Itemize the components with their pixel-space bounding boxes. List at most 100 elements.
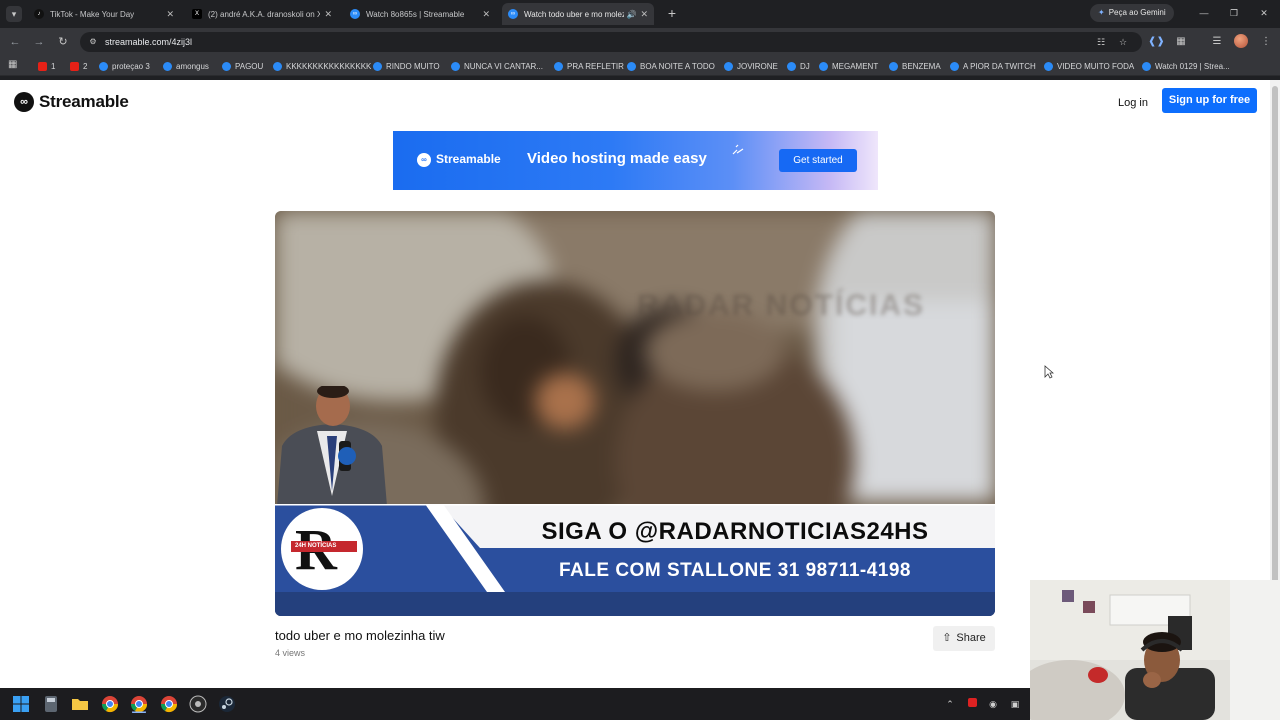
bookmark-item[interactable]: amongus (163, 58, 209, 74)
minimize-icon[interactable]: — (1196, 5, 1212, 21)
tab-tiktok[interactable]: ♪ TikTok - Make Your Day ✕ (28, 3, 180, 25)
tray-discord-icon[interactable]: ▣ (1009, 698, 1021, 710)
view-count: 4 views (275, 648, 306, 658)
bookmark-item[interactable]: A PIOR DA TWITCH (950, 58, 1036, 74)
forward-arrow-icon[interactable]: → (31, 34, 47, 50)
bookmark-item[interactable]: PRA REFLETIR (554, 58, 624, 74)
chrome-profile-icon[interactable] (130, 695, 148, 713)
login-link[interactable]: Log in (1118, 92, 1148, 114)
media-controls-icon[interactable]: ☰ (1209, 34, 1225, 50)
lower-third-banner (275, 504, 995, 616)
tray-chevron-icon[interactable]: ⌃ (944, 698, 956, 710)
reload-icon[interactable]: ↻ (55, 34, 71, 50)
signup-button[interactable]: Sign up for free (1162, 88, 1257, 113)
streamable-logo-icon: ∞ (417, 153, 431, 167)
bookmark-label: A PIOR DA TWITCH (963, 61, 1036, 71)
bookmark-item[interactable]: KKKKKKKKKKKKKKKK (273, 58, 371, 74)
bookmark-item[interactable]: 2 (70, 58, 87, 74)
streamable-icon (627, 61, 636, 71)
site-info-icon[interactable]: ⚙ (87, 36, 99, 48)
profile-avatar[interactable] (1234, 34, 1248, 48)
address-bar[interactable]: ⚙ streamable.com/4zij3l ☷ ☆ (80, 32, 1142, 52)
webcam-overlay (1030, 580, 1280, 720)
banner-tagline: Video hosting made easy (527, 150, 707, 167)
streamable-icon: ∞ (350, 9, 360, 19)
streamable-icon (889, 61, 898, 71)
youtube-icon (38, 61, 47, 71)
bookmark-item[interactable]: NUNCA VI CANTAR... (451, 58, 543, 74)
bookmark-label: KKKKKKKKKKKKKKKK (286, 61, 372, 71)
banner-brand: Streamable (436, 152, 501, 166)
share-button[interactable]: ⇧ Share (933, 626, 995, 651)
bookmark-item[interactable]: VIDEO MUITO FODA (1044, 58, 1134, 74)
streamable-icon (163, 61, 172, 71)
bookmark-item[interactable]: MEGAMENT (819, 58, 878, 74)
gemini-label: Peça ao Gemini (1108, 8, 1166, 17)
tiktok-icon: ♪ (34, 9, 44, 19)
apps-grid-icon[interactable]: ▦ (8, 60, 18, 70)
close-tab-icon[interactable]: ✕ (640, 9, 648, 20)
bookmark-item[interactable]: DJ (787, 58, 810, 74)
tab-search-button[interactable]: ▾ (6, 6, 22, 22)
tab-strip: ▾ ♪ TikTok - Make Your Day ✕ X (2) andré… (0, 0, 1280, 28)
tray-app-red-icon[interactable] (966, 698, 978, 710)
calculator-icon[interactable] (42, 695, 60, 713)
kebab-menu-icon[interactable]: ⋮ (1258, 34, 1274, 50)
tray-steam-icon[interactable]: ◉ (987, 698, 999, 710)
close-tab-icon[interactable]: ✕ (324, 9, 332, 20)
windows-taskbar: ⌃ ◉ ▣ (0, 688, 1030, 720)
back-arrow-icon[interactable]: ← (7, 34, 23, 50)
streamable-logo[interactable]: ∞ Streamable (14, 92, 129, 112)
tab-streamable-active[interactable]: ∞ Watch todo uber e mo molezinha tiw 🔊 ✕ (502, 3, 654, 25)
bookmark-item[interactable]: RINDO MUITO (373, 58, 440, 74)
tab-streamable-1[interactable]: ∞ Watch 8o865s | Streamable ✕ (344, 3, 496, 25)
gemini-button[interactable]: ✦ Peça ao Gemini (1090, 4, 1174, 22)
chrome-icon[interactable] (101, 695, 119, 713)
bookmark-item[interactable]: JOVIRONE (724, 58, 778, 74)
bookmark-item[interactable]: 1 (38, 58, 55, 74)
url-text[interactable]: streamable.com/4zij3l (105, 32, 192, 52)
obs-icon[interactable] (189, 695, 207, 713)
brand-name: Streamable (39, 92, 129, 111)
gemini-spark-icon: ✦ (1098, 8, 1105, 17)
bookmark-star-icon[interactable]: ☆ (1117, 36, 1129, 48)
bookmark-item[interactable]: proteçao 3 (99, 58, 150, 74)
close-tab-icon[interactable]: ✕ (482, 9, 490, 20)
bookmark-item[interactable]: BOA NOITE A TODO (627, 58, 715, 74)
scrollbar-thumb[interactable] (1272, 86, 1278, 606)
close-window-icon[interactable]: ✕ (1256, 5, 1272, 21)
tab-x[interactable]: X (2) andré A.K.A. dranoskoli on X ✕ (186, 3, 338, 25)
bookmark-label: PAGOU (235, 61, 264, 71)
steam-icon[interactable] (218, 695, 236, 713)
video-player[interactable]: RADAR NOTÍCIAS SIGA O @RADARNOTICIAS24HS… (275, 211, 995, 616)
bookmark-label: NUNCA VI CANTAR... (464, 61, 543, 71)
bookmark-label: BOA NOITE A TODO (640, 61, 715, 71)
extension-icon[interactable]: ❰❱ (1148, 34, 1165, 50)
bookmark-label: Watch 0129 | Strea... (1155, 61, 1230, 71)
x-icon: X (192, 9, 202, 19)
bookmark-item[interactable]: BENZEMA (889, 58, 941, 74)
browser-toolbar: ← → ↻ ⚙ streamable.com/4zij3l ☷ ☆ ❰❱ ▦ ☰… (0, 28, 1280, 56)
file-explorer-icon[interactable] (71, 695, 89, 713)
reporter-image (277, 386, 387, 506)
translate-icon[interactable]: ☷ (1095, 36, 1107, 48)
speaker-icon[interactable]: 🔊 (626, 10, 636, 19)
extensions-puzzle-icon[interactable]: ▦ (1173, 34, 1189, 50)
tab-title: Watch 8o865s | Streamable (366, 9, 465, 19)
new-tab-button[interactable]: + (664, 5, 680, 21)
streamable-icon (554, 61, 563, 71)
chrome-alt-icon[interactable] (160, 695, 178, 713)
close-tab-icon[interactable]: ✕ (166, 9, 174, 20)
bookmark-item[interactable]: Watch 0129 | Strea... (1142, 58, 1230, 74)
bookmark-label: JOVIRONE (737, 61, 778, 71)
ad-banner[interactable]: ∞ Streamable Video hosting made easy Get… (393, 131, 878, 190)
youtube-icon (70, 61, 79, 71)
tab-title: Watch todo uber e mo molezinha tiw (524, 9, 625, 19)
streamable-logo-icon: ∞ (14, 92, 34, 112)
restore-icon[interactable]: ❐ (1226, 5, 1242, 21)
bookmark-label: RINDO MUITO (386, 61, 440, 71)
bookmark-item[interactable]: PAGOU (222, 58, 263, 74)
windows-start-icon[interactable] (12, 695, 30, 713)
bookmark-label: 2 (83, 61, 88, 71)
get-started-button[interactable]: Get started (779, 149, 857, 172)
